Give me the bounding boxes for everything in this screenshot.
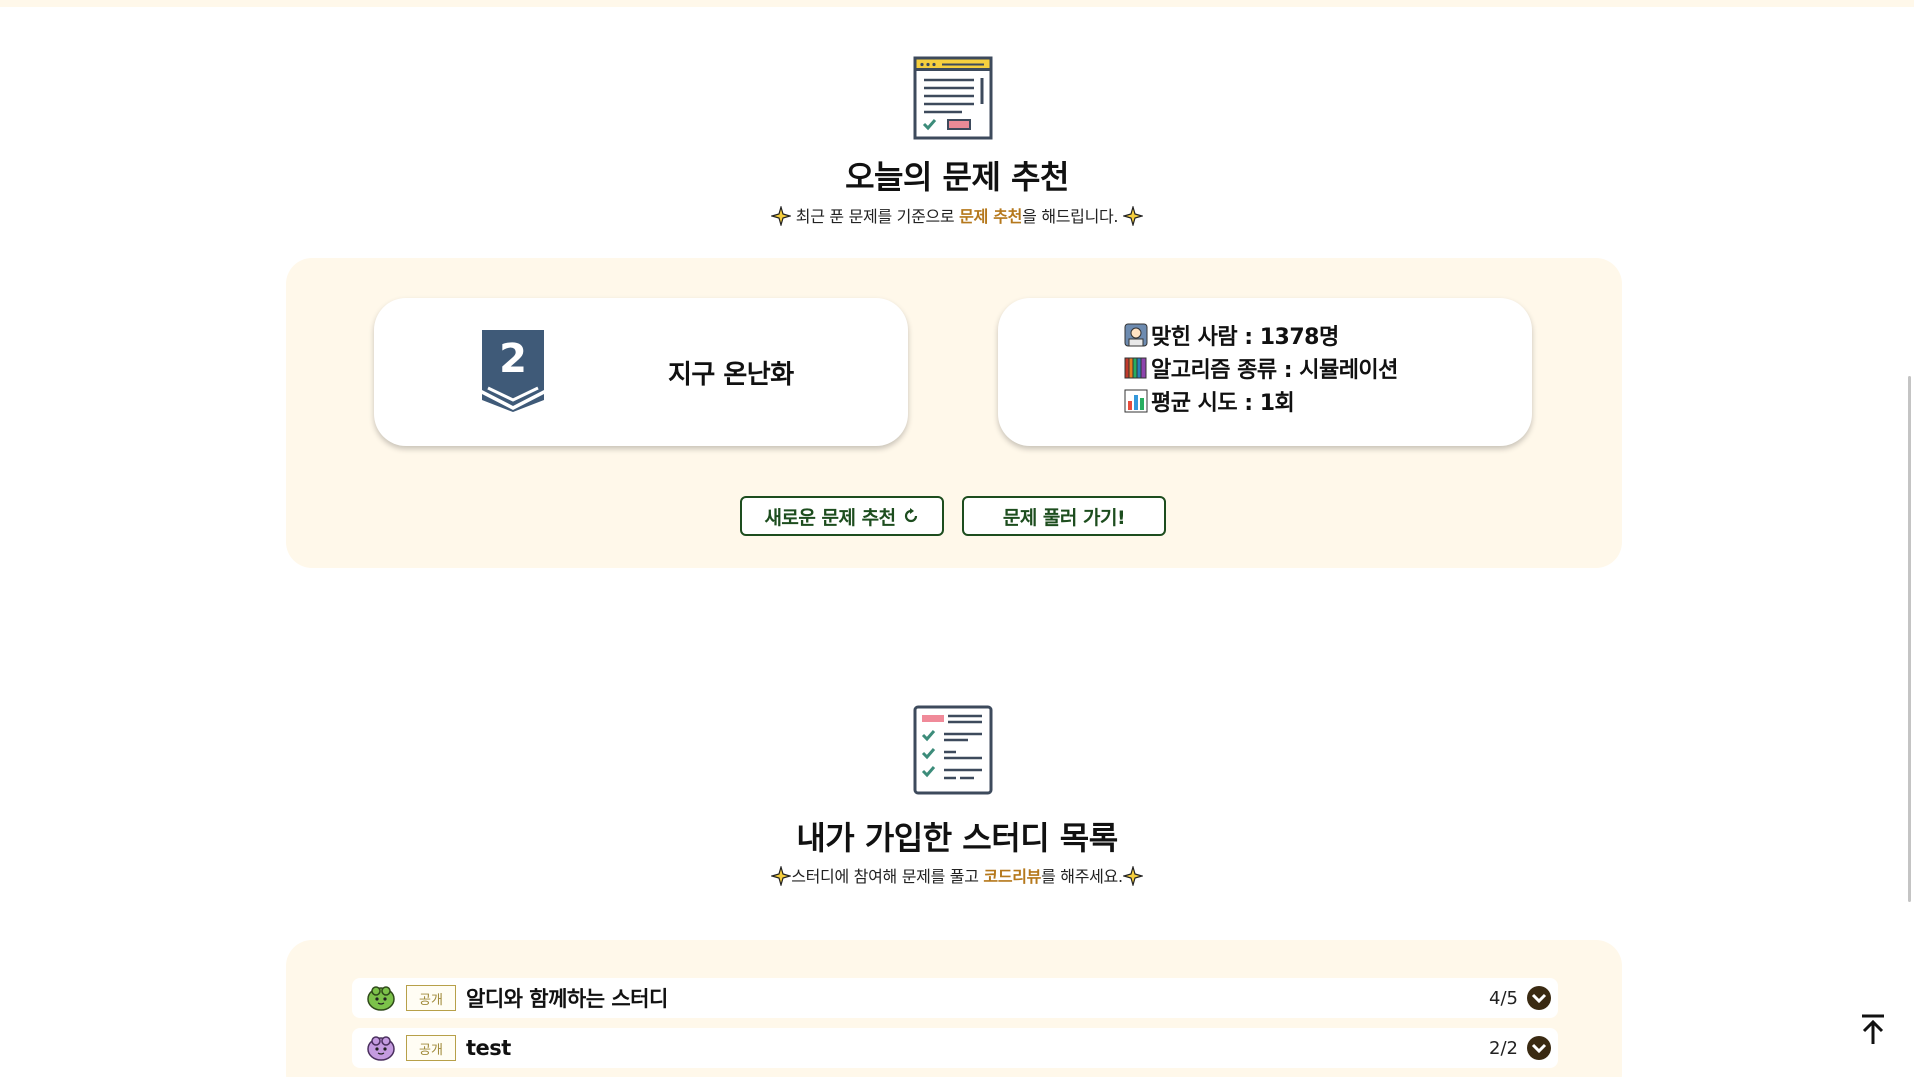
books-icon	[1124, 357, 1147, 378]
sparkle-icon	[1122, 866, 1143, 886]
recommend-panel: 2 지구 온난화 맞힌 사람 : 1378명 알고리즘 종류: 시뮬레이션 평…	[286, 258, 1622, 568]
scrollbar[interactable]	[1908, 376, 1911, 902]
go-solve-label: 문제 풀러 가기!	[1002, 506, 1126, 529]
subtitle-text: 최근 푼 문제를 기준으로	[795, 207, 960, 226]
chevron-down-icon[interactable]	[1526, 1035, 1552, 1061]
recommend-title: 오늘의 문제 추천	[0, 152, 1914, 198]
study-row[interactable]: 공개 알디와 함께하는 스터디 4/5	[352, 978, 1558, 1018]
go-solve-button[interactable]: 문제 풀러 가기!	[962, 496, 1166, 536]
top-bar	[0, 0, 1914, 7]
subtitle-text: 스터디에 참여해 문제를 풀고	[791, 867, 984, 886]
stat-algorithm-text: 알고리즘 종류 : 시뮬레이션	[1151, 357, 1398, 383]
stat-attempts: 평균 시도 : 1회	[1124, 384, 1398, 417]
study-row[interactable]: 공개 test 2/2	[352, 1028, 1558, 1068]
study-name: 알디와 함께하는 스터디	[466, 987, 668, 1011]
subtitle-accent: 코드리뷰	[983, 867, 1042, 886]
person-icon	[1124, 323, 1148, 346]
new-recommendation-button[interactable]: 새로운 문제 추천	[740, 496, 944, 536]
sparkle-icon	[1123, 206, 1143, 226]
green-creature-icon	[367, 986, 395, 1011]
studies-subtitle: 스터디에 참여해 문제를 풀고 코드리뷰를 해주세요.	[0, 863, 1914, 887]
stat-solved: 맞힌 사람 : 1378명	[1124, 318, 1398, 351]
member-count: 4/5	[1489, 987, 1518, 1009]
document-window-icon	[913, 56, 993, 140]
study-name: test	[466, 1036, 511, 1060]
bar-chart-icon	[1124, 389, 1148, 412]
subtitle-text-end: 을 해드립니다.	[1022, 207, 1119, 226]
sparkle-icon	[771, 206, 791, 226]
subtitle-accent: 문제 추천	[959, 207, 1023, 226]
refresh-icon	[904, 508, 917, 523]
stats-list: 맞힌 사람 : 1378명 알고리즘 종류 : 시뮬레이션 평균 시도: 1회	[1124, 318, 1398, 417]
tier-badge-icon: 2	[482, 330, 544, 412]
stat-algorithm: 알고리즘 종류 : 시뮬레이션	[1124, 351, 1398, 384]
stat-attempts-text: 평균 시도 : 1회	[1151, 390, 1295, 416]
purple-creature-icon	[367, 1036, 395, 1061]
recommend-subtitle: 최근 푼 문제를 기준으로 문제 추천을 해드립니다.	[0, 203, 1914, 227]
problem-title: 지구 온난화	[668, 360, 794, 390]
stat-solved-text: 맞힌 사람 : 1378명	[1151, 324, 1339, 350]
checklist-icon	[913, 705, 993, 795]
sparkle-icon	[771, 866, 792, 886]
studies-title: 내가 가입한 스터디 목록	[0, 813, 1914, 859]
public-badge: 공개	[406, 1035, 456, 1061]
tier-number: 2	[499, 336, 527, 382]
problem-card[interactable]: 2 지구 온난화	[374, 298, 908, 446]
chevron-down-icon[interactable]	[1526, 985, 1552, 1011]
subtitle-text-end: 를 해주세요.	[1041, 867, 1123, 886]
member-count: 2/2	[1489, 1037, 1518, 1059]
new-recommendation-label: 새로운 문제 추천	[764, 506, 896, 529]
study-list-panel: 공개 알디와 함께하는 스터디 4/5 공개 test 2/2	[286, 940, 1622, 1077]
public-badge: 공개	[406, 985, 456, 1011]
scroll-to-top-icon[interactable]	[1856, 1012, 1890, 1046]
problem-stats-card: 맞힌 사람 : 1378명 알고리즘 종류 : 시뮬레이션 평균 시도: 1회	[998, 298, 1532, 446]
